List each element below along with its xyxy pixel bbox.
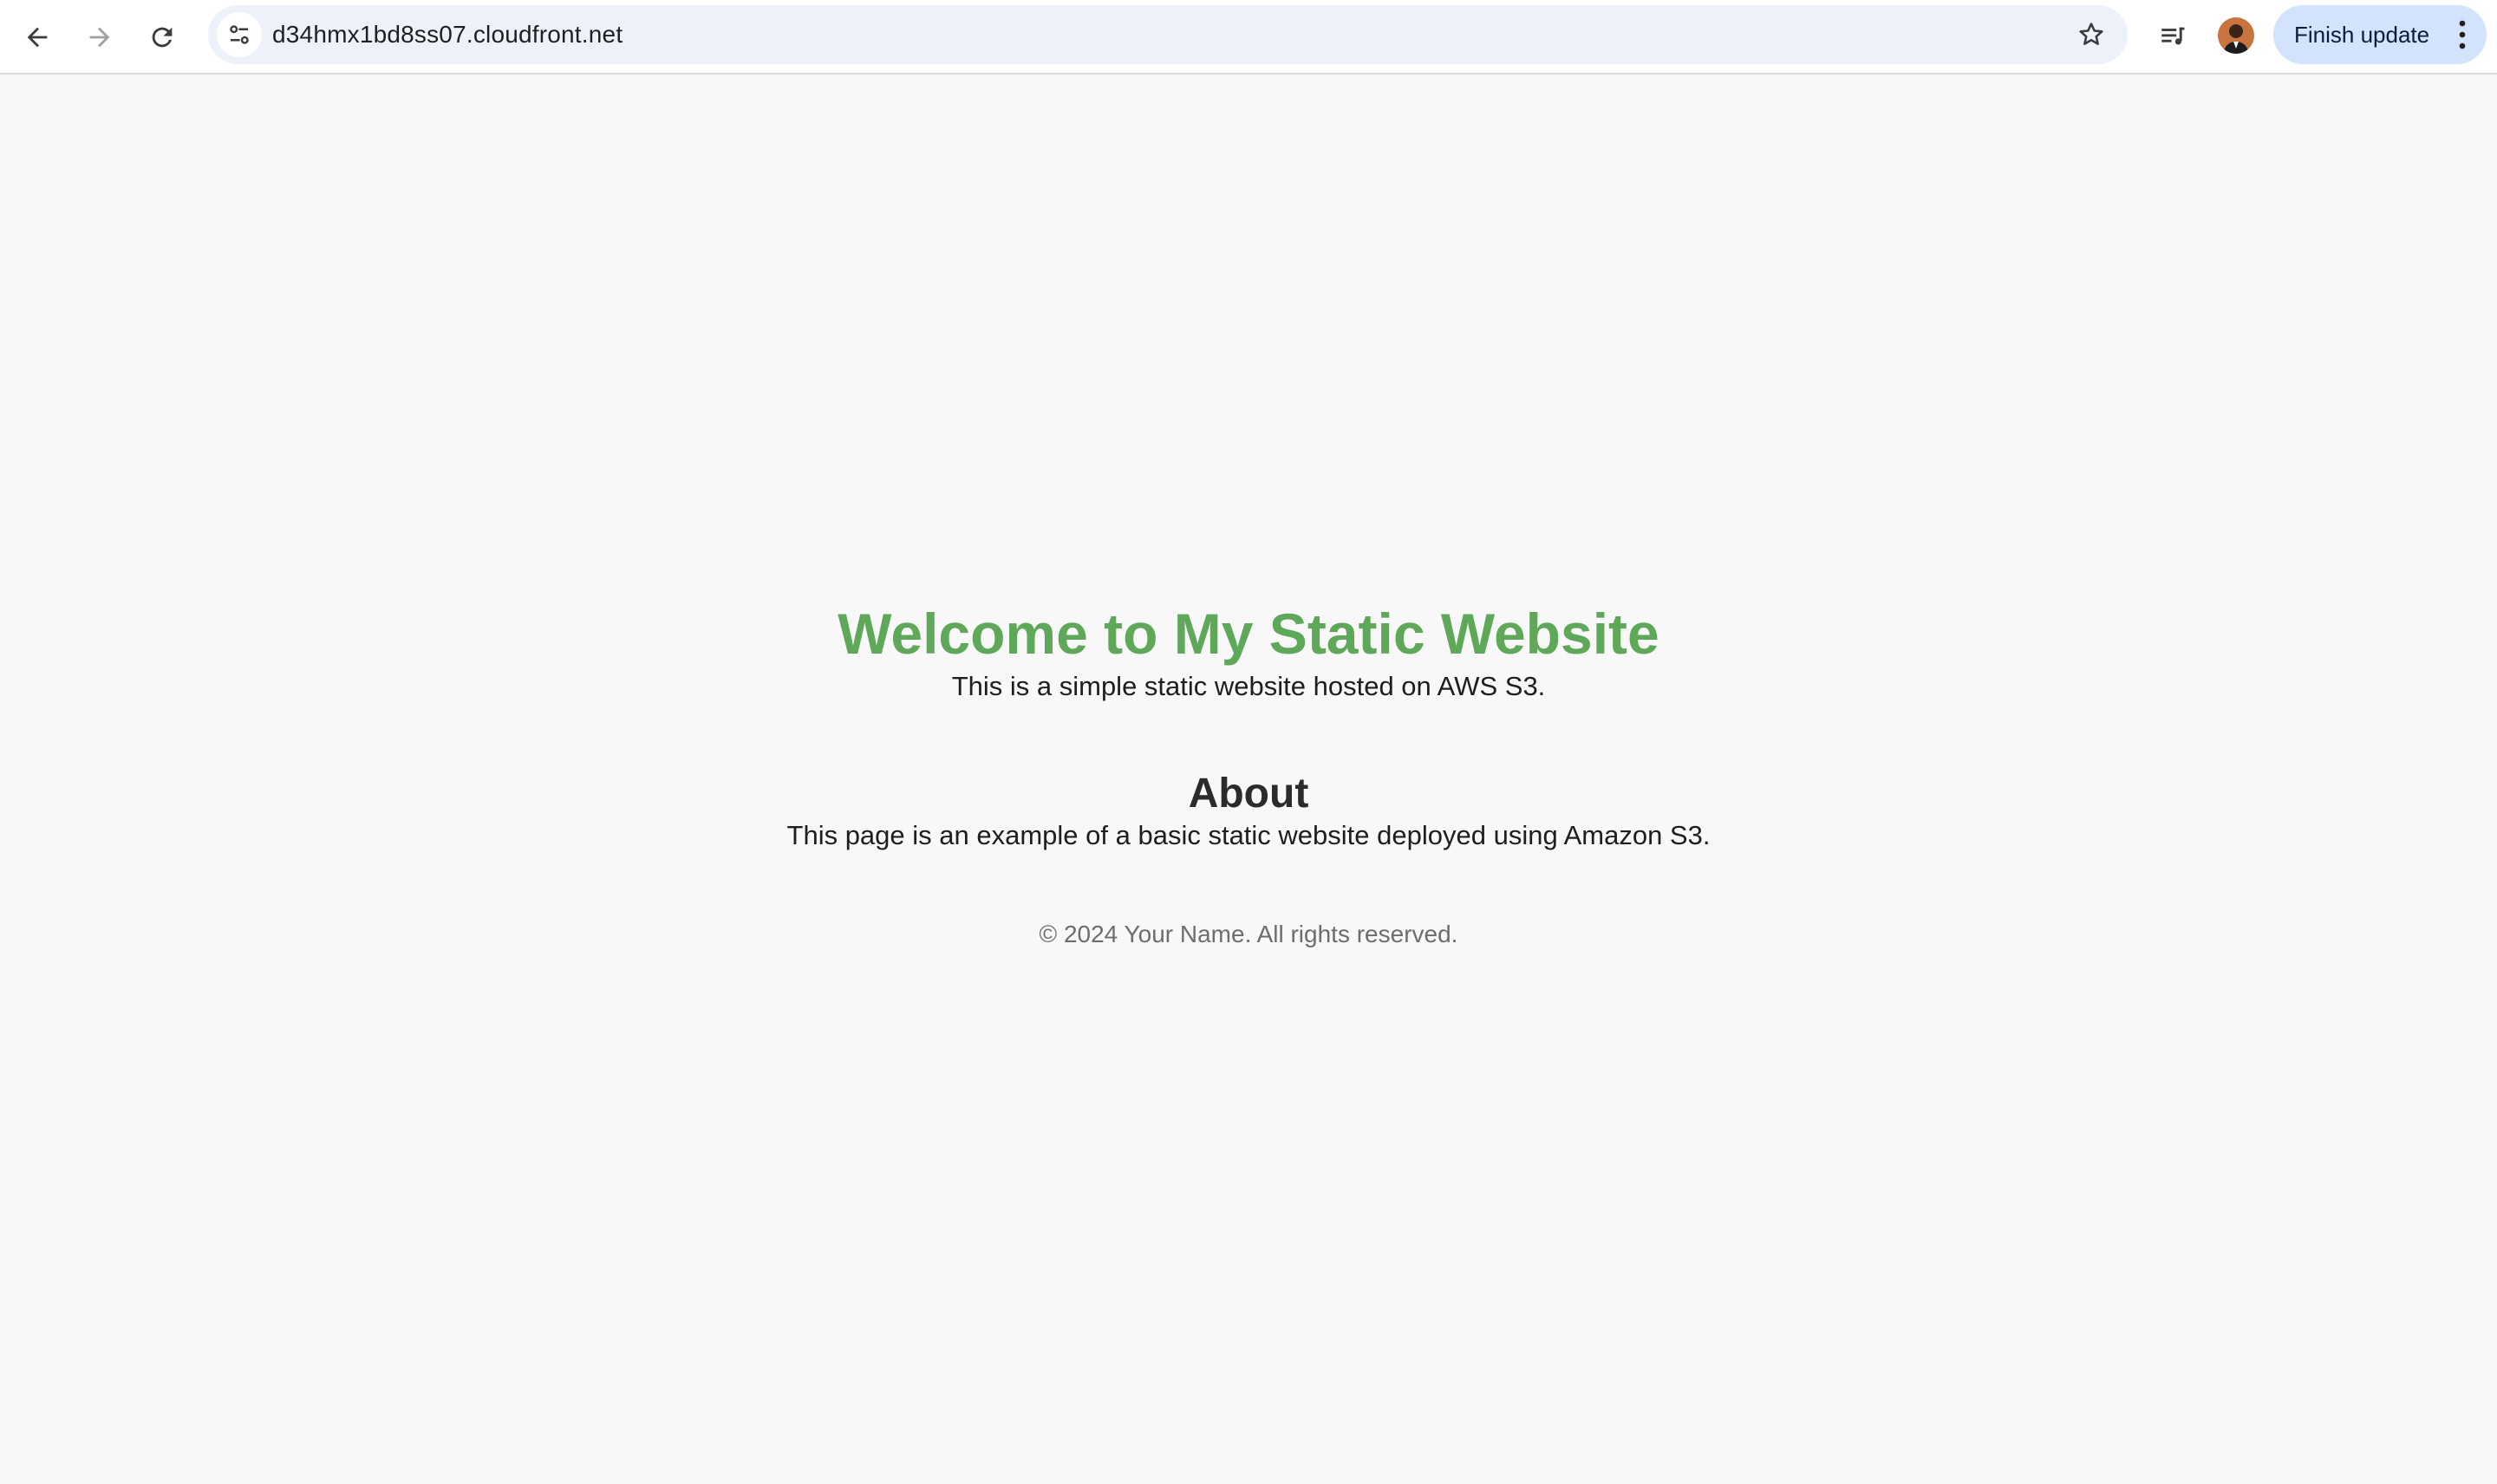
back-arrow-icon — [27, 27, 48, 48]
address-bar[interactable]: d34hmx1bd8ss07.cloudfront.net — [208, 5, 2128, 64]
media-controls-icon — [2161, 27, 2185, 45]
back-button[interactable] — [10, 10, 65, 65]
page-content: Welcome to My Static Website This is a s… — [0, 75, 2497, 1484]
star-icon — [2079, 23, 2103, 45]
about-text: This page is an example of a basic stati… — [786, 820, 1711, 850]
site-info-icon — [230, 25, 249, 44]
avatar[interactable] — [2218, 17, 2254, 54]
site-info-button[interactable] — [217, 12, 262, 57]
forward-arrow-icon — [89, 27, 110, 48]
page-headline: Welcome to My Static Website — [838, 602, 1659, 666]
finish-update-button[interactable]: Finish update — [2273, 5, 2487, 64]
reload-button[interactable] — [134, 10, 190, 65]
bookmark-star-button[interactable] — [2072, 16, 2110, 54]
media-controls-button[interactable] — [2145, 10, 2200, 65]
page-tagline: This is a simple static website hosted o… — [951, 671, 1546, 701]
forward-button[interactable] — [72, 10, 127, 65]
more-vert-icon[interactable] — [2454, 19, 2471, 50]
url-text[interactable]: d34hmx1bd8ss07.cloudfront.net — [272, 5, 623, 64]
browser-toolbar: d34hmx1bd8ss07.cloudfront.net Finish upd… — [0, 0, 2497, 75]
finish-update-label: Finish update — [2294, 22, 2430, 48]
about-heading: About — [1188, 771, 1309, 817]
reload-icon — [152, 27, 173, 48]
footer-copyright: © 2024 Your Name. All rights reserved. — [1039, 921, 1458, 947]
